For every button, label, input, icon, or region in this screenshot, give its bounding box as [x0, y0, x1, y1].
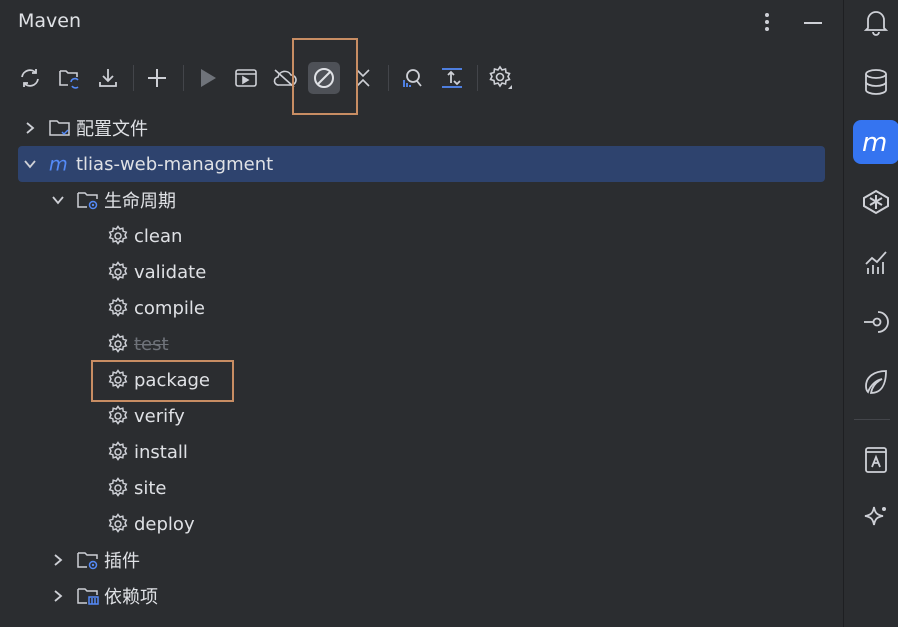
add-icon[interactable]: [141, 62, 173, 94]
maven-project-icon: m: [48, 152, 72, 176]
dependencies-folder-icon: [76, 584, 100, 608]
gear-icon: [106, 224, 130, 248]
right-tool-stripe: m: [843, 0, 898, 627]
chart-icon[interactable]: [853, 240, 898, 284]
gear-icon: [106, 404, 130, 428]
goal-label: verify: [134, 405, 185, 427]
lifecycle-goal-test[interactable]: test: [106, 326, 169, 362]
execute-goal-icon[interactable]: [230, 62, 262, 94]
lifecycle-goal-compile[interactable]: compile: [106, 290, 205, 326]
lifecycle-goal-install[interactable]: install: [106, 434, 188, 470]
tree-node-label: 插件: [104, 551, 140, 572]
tree-node-label: 生命周期: [104, 191, 176, 212]
notifications-icon[interactable]: [853, 0, 898, 44]
goal-label: install: [134, 441, 188, 463]
goal-label: deploy: [134, 513, 195, 535]
tree-node-profiles[interactable]: 配置文件: [22, 110, 148, 146]
tree-node-label: tlias-web-managment: [76, 153, 274, 175]
chevron-right-icon[interactable]: [50, 552, 66, 568]
tree-node-project[interactable]: m tlias-web-managment: [18, 146, 825, 182]
lifecycle-goal-clean[interactable]: clean: [106, 218, 182, 254]
spring-icon[interactable]: [853, 360, 898, 404]
svg-text:m: m: [49, 152, 68, 175]
goal-label: validate: [134, 261, 207, 283]
gear-icon: [106, 440, 130, 464]
tool-window-title: Maven: [18, 10, 82, 32]
endpoints-icon[interactable]: [853, 300, 898, 344]
tool-window-header: Maven: [0, 0, 843, 46]
goal-label: site: [134, 477, 167, 499]
maven-tool-window: Maven 配置文件 m tlias-web-managment 生命周期 cl…: [0, 0, 843, 627]
sparkle-icon[interactable]: [853, 496, 898, 540]
maven-toolbar: [0, 55, 843, 101]
gear-icon: [106, 512, 130, 536]
run-icon[interactable]: [192, 62, 224, 94]
chevron-down-icon[interactable]: [22, 156, 38, 172]
plugins-folder-icon: [76, 548, 100, 572]
skip-tests-highlight: [292, 38, 358, 115]
minimize-icon[interactable]: [801, 10, 825, 34]
download-icon[interactable]: [92, 62, 124, 94]
ai-assistant-doc-icon[interactable]: [853, 438, 898, 482]
lifecycle-goal-verify[interactable]: verify: [106, 398, 185, 434]
gear-icon: [106, 260, 130, 284]
lifecycle-goal-site[interactable]: site: [106, 470, 167, 506]
settings-icon[interactable]: [485, 62, 517, 94]
analyze-dependencies-icon[interactable]: [396, 62, 428, 94]
chevron-down-icon[interactable]: [50, 192, 66, 208]
package-highlight: [91, 360, 234, 402]
goal-label-skipped: test: [134, 333, 169, 355]
database-icon[interactable]: [853, 60, 898, 104]
maven-icon[interactable]: m: [853, 120, 898, 164]
expand-all-icon[interactable]: [436, 62, 468, 94]
gear-icon: [106, 476, 130, 500]
reload-folder-icon[interactable]: [54, 62, 86, 94]
lifecycle-folder-icon: [76, 188, 100, 212]
lifecycle-goal-deploy[interactable]: deploy: [106, 506, 195, 542]
tree-node-plugins[interactable]: 插件: [50, 542, 140, 578]
tree-node-lifecycle[interactable]: 生命周期: [50, 182, 176, 218]
gear-icon: [106, 332, 130, 356]
goal-label: compile: [134, 297, 205, 319]
bean-icon[interactable]: [853, 180, 898, 224]
tree-node-label: 依赖项: [104, 587, 158, 608]
goal-label: clean: [134, 225, 183, 247]
profiles-folder-icon: [48, 116, 72, 140]
header-actions: [755, 10, 825, 34]
more-options-icon[interactable]: [755, 10, 779, 34]
tree-node-dependencies[interactable]: 依赖项: [50, 578, 158, 614]
stripe-separator: [854, 419, 890, 420]
lifecycle-goal-validate[interactable]: validate: [106, 254, 206, 290]
svg-text:m: m: [862, 128, 887, 157]
gear-icon: [106, 296, 130, 320]
chevron-right-icon[interactable]: [22, 120, 38, 136]
tree-node-label: 配置文件: [76, 119, 148, 140]
chevron-right-icon[interactable]: [50, 588, 66, 604]
reload-icon[interactable]: [14, 62, 46, 94]
